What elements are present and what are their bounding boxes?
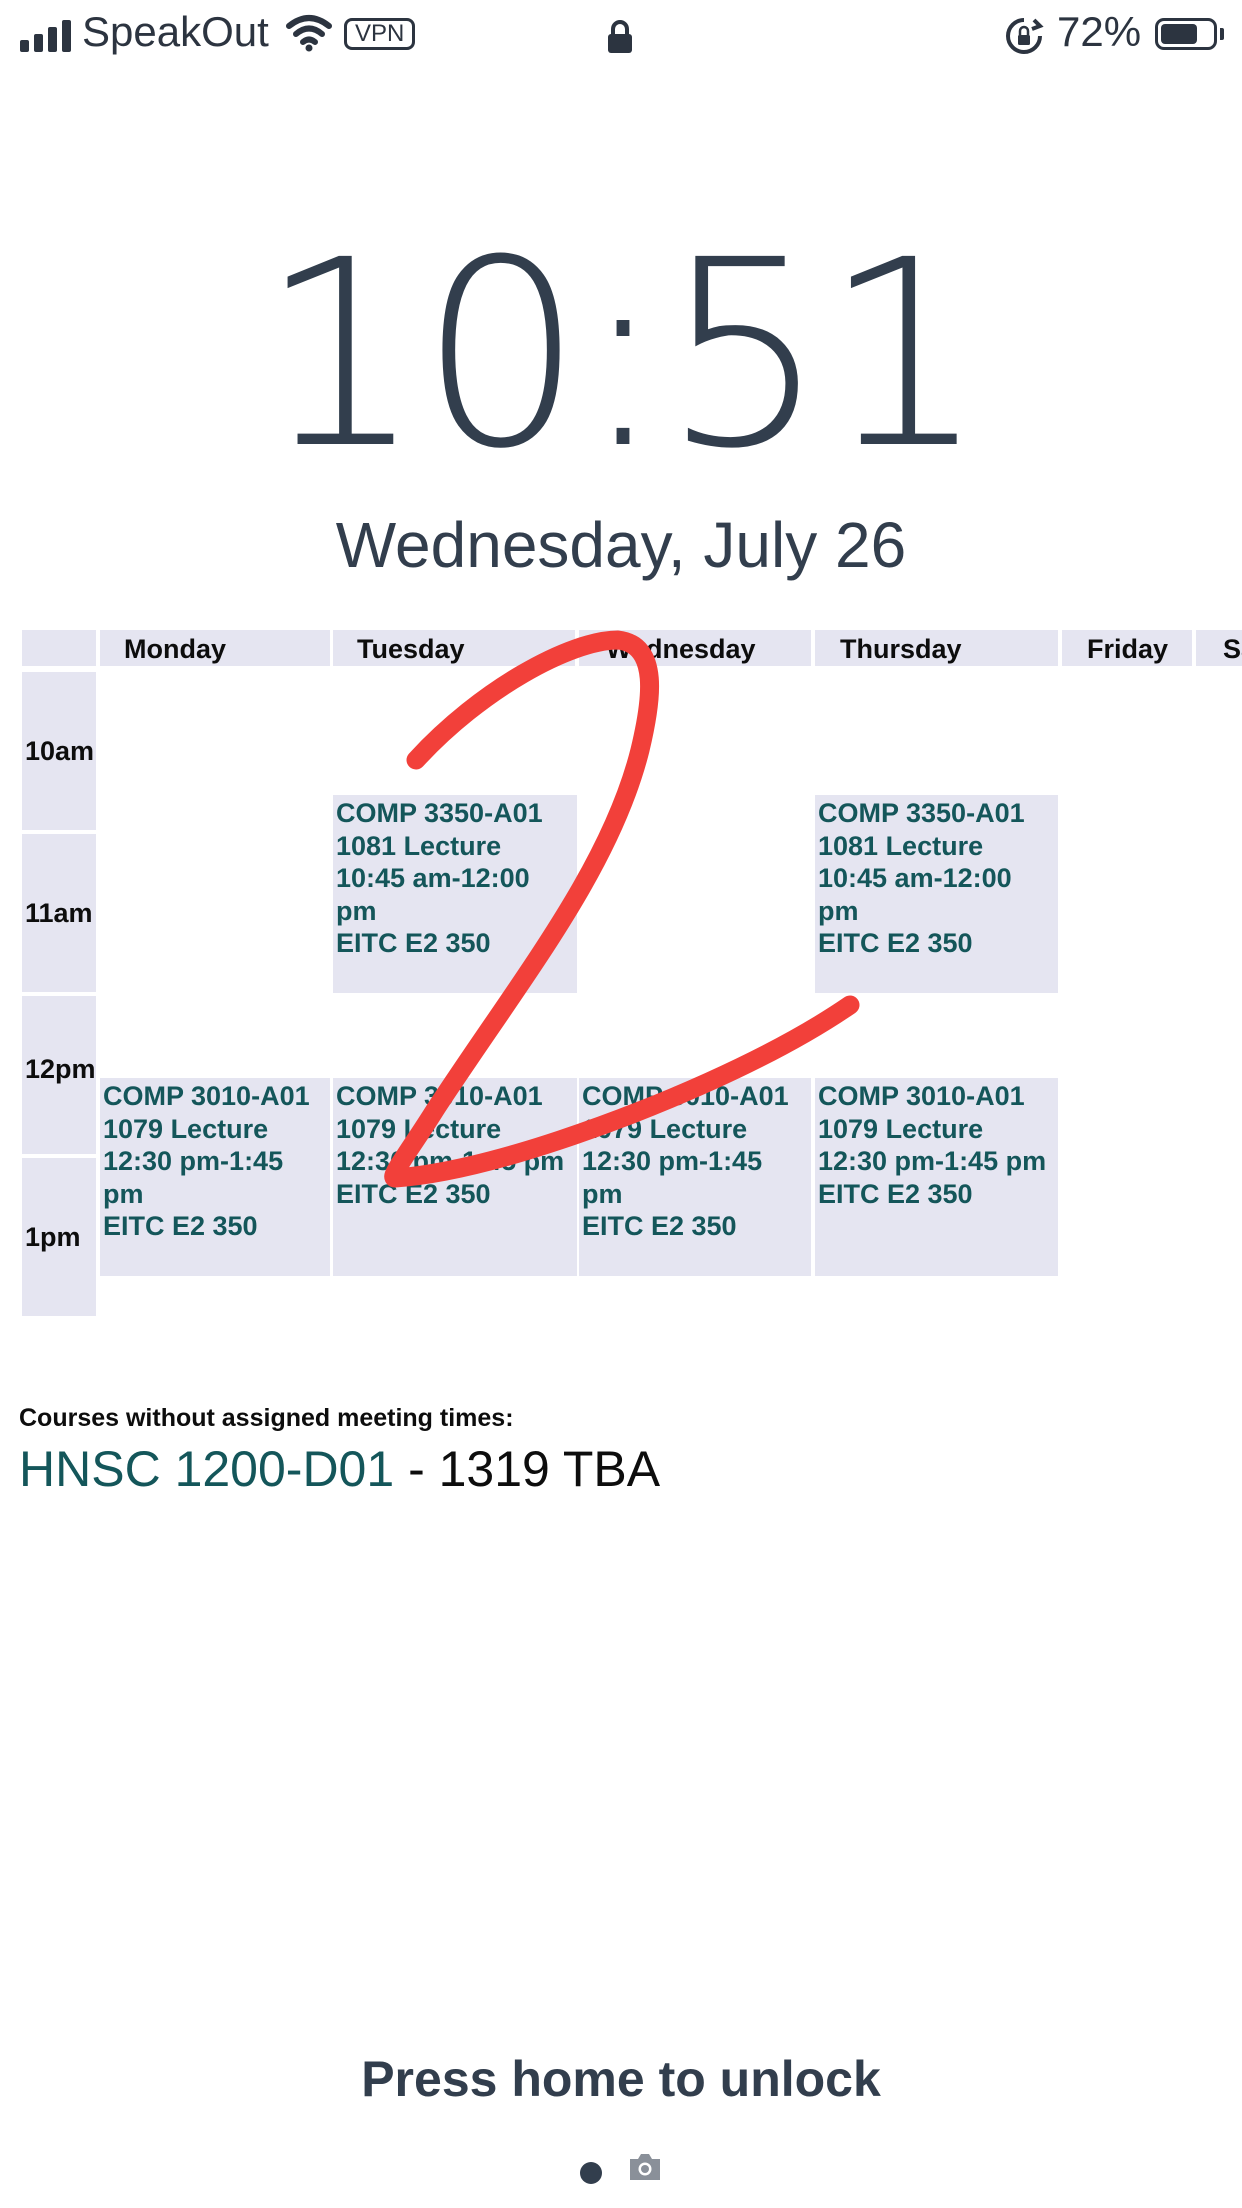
- battery-icon: [1155, 18, 1217, 50]
- course-time-suffix: pm: [336, 895, 377, 926]
- battery-percent: 72%: [1057, 8, 1142, 55]
- course-section: 1081 Lecture: [818, 830, 984, 861]
- day-header-tuesday: Tuesday: [333, 630, 575, 666]
- page-indicator-dot: [580, 2162, 602, 2184]
- course-time: 12:30 pm-1:45 pm: [336, 1146, 565, 1176]
- unscheduled-courses-title: Courses without assigned meeting times:: [19, 1404, 514, 1432]
- course-room: EITC E2 350: [582, 1211, 737, 1241]
- course-time: 12:30 pm-1:45: [582, 1146, 763, 1176]
- course-room: EITC E2 350: [336, 1178, 491, 1209]
- course-code: COMP 3010-A01: [336, 1081, 543, 1111]
- day-header-thursday: Thursday: [815, 630, 1058, 666]
- course-time-suffix: pm: [818, 895, 859, 926]
- unscheduled-course-line: HNSC 1200-D01 - 1319 TBA: [19, 1440, 660, 1498]
- course-block-comp3010-wednesday[interactable]: COMP 3010-A01 1079 Lecture 12:30 pm-1:45…: [579, 1078, 811, 1276]
- unlock-hint: Press home to unlock: [361, 2051, 881, 2107]
- course-section: 1079 Lecture: [818, 1113, 984, 1144]
- course-section: 1081 Lecture: [336, 830, 502, 861]
- course-code: COMP 3010-A01: [818, 1081, 1025, 1111]
- course-room: EITC E2 350: [336, 928, 491, 958]
- lock-icon: [608, 20, 632, 53]
- carrier-name: SpeakOut: [82, 8, 269, 55]
- course-room: EITC E2 350: [818, 928, 973, 958]
- vpn-badge: VPN: [344, 18, 416, 50]
- course-code: COMP 3010-A01: [103, 1081, 310, 1111]
- course-time: 10:45 am-12:00: [336, 863, 530, 893]
- course-block-comp3010-thursday[interactable]: COMP 3010-A01 1079 Lecture 12:30 pm-1:45…: [815, 1078, 1058, 1276]
- course-code: COMP 3350-A01: [818, 798, 1025, 828]
- camera-icon[interactable]: [627, 2152, 663, 2182]
- lock-screen-clock: 10:51: [259, 205, 987, 505]
- course-time-suffix: pm: [103, 1178, 144, 1209]
- course-section: 1079 Lecture: [103, 1113, 269, 1144]
- time-label-10am: 10am: [22, 672, 96, 830]
- rotation-lock-icon: [1006, 18, 1044, 54]
- unscheduled-course-link[interactable]: HNSC 1200-D01: [19, 1441, 394, 1497]
- course-block-comp3010-monday[interactable]: COMP 3010-A01 1079 Lecture 12:30 pm-1:45…: [100, 1078, 330, 1276]
- header-corner: [22, 630, 96, 666]
- status-bar: SpeakOut VPN 72%: [0, 0, 1242, 72]
- course-time: 12:30 pm-1:45: [103, 1146, 284, 1176]
- day-header-friday: Friday: [1062, 630, 1192, 666]
- course-section: 1079 Lecture: [336, 1113, 502, 1144]
- unscheduled-course-detail: - 1319 TBA: [394, 1441, 661, 1497]
- time-label-11am: 11am: [22, 834, 96, 992]
- course-room: EITC E2 350: [818, 1178, 973, 1209]
- day-header-wednesday: Wednesday: [579, 630, 811, 666]
- lock-screen-date: Wednesday, July 26: [335, 509, 907, 581]
- course-time-suffix: pm: [582, 1178, 623, 1209]
- course-room: EITC E2 350: [103, 1211, 258, 1241]
- course-block-comp3350-thursday[interactable]: COMP 3350-A01 1081 Lecture 10:45 am-12:0…: [815, 795, 1058, 993]
- course-code: COMP 3350-A01: [336, 798, 543, 828]
- course-section: 1079 Lecture: [582, 1113, 748, 1144]
- course-time: 12:30 pm-1:45 pm: [818, 1146, 1047, 1176]
- day-header-monday: Monday: [100, 630, 330, 666]
- weekly-schedule: Monday Tuesday Wednesday Thursday Friday…: [0, 630, 1242, 1330]
- course-block-comp3010-tuesday[interactable]: COMP 3010-A01 1079 Lecture 12:30 pm-1:45…: [333, 1078, 577, 1276]
- course-code: COMP 3010-A01: [582, 1081, 789, 1111]
- battery-nub: [1220, 28, 1224, 40]
- wifi-icon: [286, 15, 332, 52]
- day-header-saturday: Sa: [1196, 630, 1242, 666]
- course-block-comp3350-tuesday[interactable]: COMP 3350-A01 1081 Lecture 10:45 am-12:0…: [333, 795, 577, 993]
- signal-strength-icon: [20, 18, 71, 52]
- time-label-12pm: 12pm: [22, 996, 96, 1154]
- time-label-1pm: 1pm: [22, 1158, 96, 1316]
- course-time: 10:45 am-12:00: [818, 863, 1012, 893]
